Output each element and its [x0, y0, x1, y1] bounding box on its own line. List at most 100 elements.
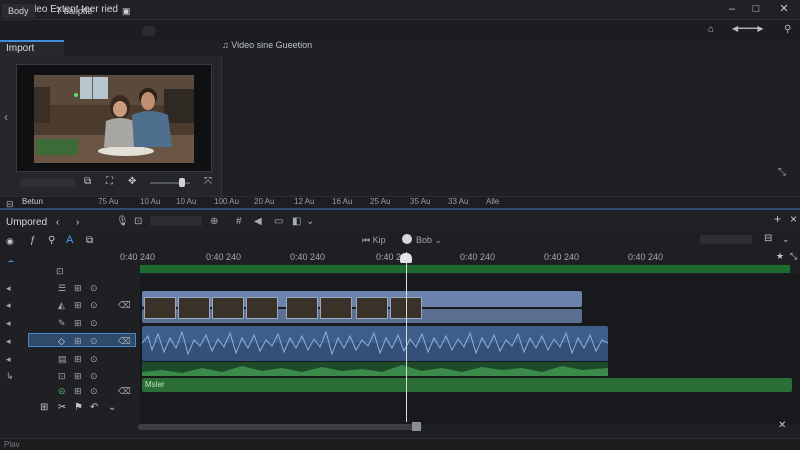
track-film-icon[interactable]: ▤ [58, 354, 67, 365]
skip-forward-button[interactable]: Bob ⌄ [416, 235, 442, 246]
tag-icon[interactable]: ⚲ [48, 235, 55, 246]
track-delete-icon[interactable]: ⌫ [118, 336, 131, 347]
marker-tool-icon[interactable]: ⚑ [74, 402, 83, 413]
maximize-button[interactable]: □ [744, 1, 768, 17]
track-mute-icon[interactable]: ⊝ [58, 386, 66, 397]
track-grid-icon[interactable]: ⊞ [74, 371, 82, 382]
clip-thumbnail [144, 297, 176, 319]
overlay-icon[interactable]: ⧉ [86, 235, 93, 246]
layout-icon[interactable]: ◧ [292, 216, 301, 227]
track-eye-icon[interactable]: ⊙ [90, 354, 98, 365]
track-grid-icon[interactable]: ⊞ [74, 318, 82, 329]
volume-slider[interactable]: ◀━━━━▶ [732, 24, 764, 33]
bin-icon[interactable]: ⌂ [708, 24, 714, 35]
chevron-down-icon[interactable]: ⌄ [306, 216, 314, 227]
track-lock-icon[interactable]: ⊡ [56, 266, 64, 277]
fit-icon[interactable]: ⤧ [204, 176, 212, 187]
timeline-zoom-field[interactable] [700, 235, 752, 244]
tab-import[interactable]: Import [0, 40, 64, 56]
add-track-icon[interactable]: ⊞ [40, 402, 48, 413]
menu-item-layout[interactable]: ▣ [116, 4, 137, 18]
track-eye-icon[interactable]: ⊙ [90, 371, 98, 382]
work-area-bar[interactable] [140, 265, 790, 273]
timeline-scrollbar-handle[interactable] [412, 422, 421, 431]
record-icon[interactable]: ◉ [6, 236, 14, 247]
menu-chevron-icon[interactable]: ⌄ [782, 234, 790, 245]
snap-icon[interactable]: ⊡ [134, 216, 142, 227]
track-eye-icon[interactable]: ⊙ [90, 300, 98, 311]
track-arrow-icon[interactable]: ◂ [6, 336, 11, 347]
chevron-left-icon[interactable]: ‹ [56, 217, 59, 228]
undo-icon[interactable]: ↶ [90, 402, 98, 413]
track-shape-icon[interactable]: ◇ [58, 336, 65, 347]
master-audio-clip[interactable] [142, 378, 792, 392]
track-eye-icon[interactable]: ⊙ [90, 386, 98, 397]
track-grid-icon[interactable]: ⊞ [74, 283, 82, 294]
track-eye-icon[interactable]: ⊙ [90, 318, 98, 329]
chevron-right-icon[interactable]: › [76, 217, 79, 228]
close-timeline-icon[interactable]: ✕ [778, 420, 786, 431]
razor-icon[interactable]: ✂ [58, 402, 66, 413]
track-arrow-icon[interactable]: ◂ [6, 354, 11, 365]
timeline-title[interactable]: Umpored ‹ › [6, 217, 79, 228]
track-arrow-icon[interactable]: ◂ [6, 318, 11, 329]
add-icon[interactable]: + [774, 212, 781, 226]
chevron-down-icon[interactable]: ⌄ [108, 402, 116, 413]
expand-icon[interactable]: ⛶ [106, 176, 113, 187]
play-button[interactable] [402, 234, 412, 244]
microphone-icon[interactable]: 🎙 [116, 216, 129, 227]
minimize-button[interactable]: – [720, 1, 744, 17]
record-toggle[interactable] [142, 26, 156, 36]
ruler-label: 100 Au [214, 197, 239, 206]
fullscreen-icon[interactable]: ⧉ [84, 176, 91, 187]
dock-icon[interactable]: ⊟ [764, 233, 772, 244]
menu-bar [0, 20, 800, 42]
clip-thumbnail [320, 297, 352, 319]
zoom-slider-knob[interactable] [179, 178, 185, 187]
collapse-panel-icon[interactable]: ⤡ [778, 167, 786, 178]
calendar-icon: ⊟ [6, 199, 14, 209]
track-delete-icon[interactable]: ⌫ [118, 300, 131, 311]
grid-icon[interactable]: # [236, 216, 242, 227]
track-pen-icon[interactable]: ✎ [58, 318, 66, 329]
menu-item-body[interactable]: Body [2, 4, 35, 18]
marker-icon[interactable]: ◀ [254, 216, 262, 227]
music-waveform [142, 365, 608, 376]
track-return-icon[interactable]: ↳ [6, 371, 14, 382]
close-icon[interactable]: × [790, 212, 797, 226]
tab-video-source[interactable]: ♫ Video sine Gueetion [222, 40, 312, 50]
move-icon[interactable]: ✥ [128, 176, 136, 187]
ruler-label: 16 Au [332, 197, 353, 206]
track-delete-icon[interactable]: ⌫ [118, 386, 131, 397]
chevron-left-icon[interactable]: ‹ [4, 110, 8, 124]
timeline-search-input[interactable] [150, 216, 202, 226]
menu-item-baliptie[interactable]: T baliptie [50, 4, 98, 18]
time-label: 0:40 240 [544, 252, 580, 262]
time-label: 0:40 240 [120, 252, 156, 262]
playhead-line[interactable] [406, 252, 407, 422]
skip-back-button[interactable]: ⏮ Kip [362, 235, 386, 246]
playhead-handle[interactable] [400, 253, 412, 263]
clip-thumbnail [212, 297, 244, 319]
track-triangle-icon[interactable]: ◭ [58, 300, 65, 311]
track-grid-icon[interactable]: ⊞ [74, 300, 82, 311]
track-arrow-icon[interactable]: ◂ [6, 300, 11, 311]
track-eye-icon[interactable]: ⊙ [90, 283, 98, 294]
text-icon[interactable]: A [66, 234, 73, 246]
clip-icon[interactable]: ▭ [274, 216, 283, 227]
timeline-scrollbar[interactable] [138, 424, 422, 430]
track-grid-icon[interactable]: ⊞ [74, 386, 82, 397]
user-icon[interactable]: ⚲ [784, 24, 791, 35]
close-button[interactable]: ✕ [772, 1, 796, 17]
track-eye-icon[interactable]: ⊙ [90, 336, 98, 347]
track-arrow-icon[interactable]: ◂ [6, 283, 11, 294]
track-list-icon[interactable]: ☰ [58, 283, 66, 294]
pin-icon[interactable]: ƒ [30, 235, 36, 246]
magnet-icon[interactable]: ⊕ [210, 216, 218, 227]
zoom-fit-icon[interactable]: ⤡ [790, 251, 797, 262]
timecode-field[interactable] [20, 179, 75, 187]
track-grid-icon[interactable]: ⊞ [74, 354, 82, 365]
track-audio-icon[interactable]: ⊡ [58, 371, 66, 382]
track-grid-icon[interactable]: ⊞ [74, 336, 82, 347]
star-icon[interactable]: ★ [776, 251, 784, 262]
